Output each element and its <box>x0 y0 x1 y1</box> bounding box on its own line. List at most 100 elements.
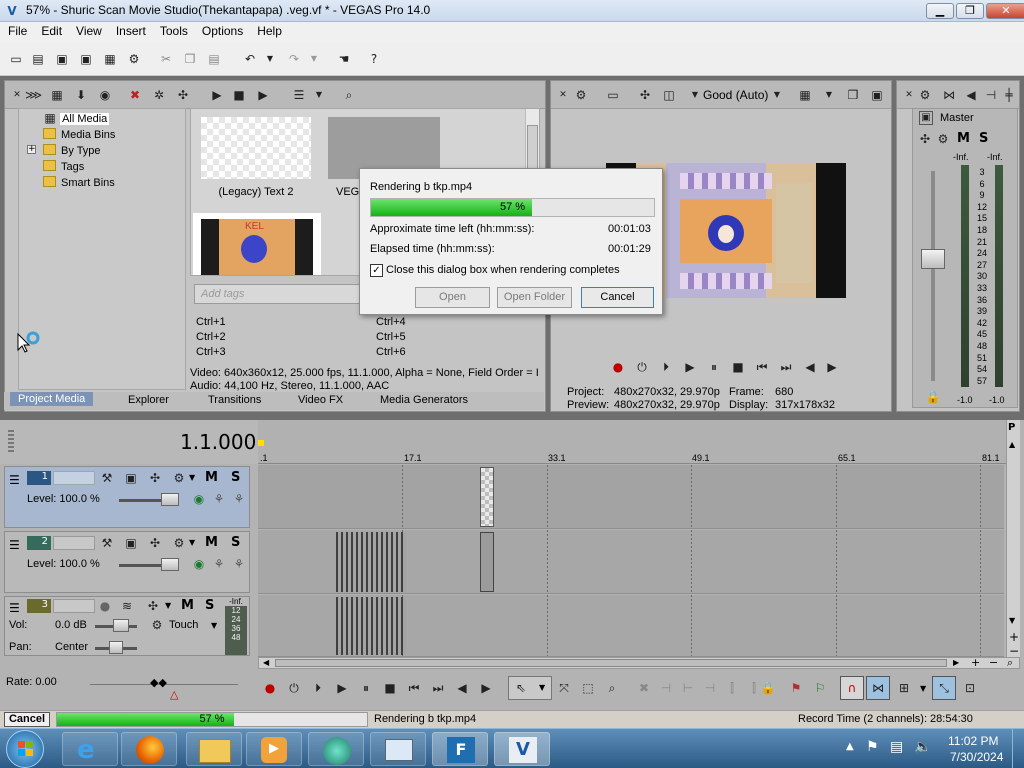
track-blend-icon[interactable]: ⚘ <box>211 556 227 572</box>
composite-mode-icon[interactable]: ✣ <box>147 535 163 551</box>
selection-tool-icon[interactable]: ⬚ <box>580 680 596 696</box>
open-folder-icon[interactable]: ▤ <box>30 51 46 67</box>
timeline-vscroll[interactable]: P ▲ ▼ + − <box>1006 420 1020 660</box>
ignore-grouping-icon[interactable]: ⊡ <box>962 680 978 696</box>
track-header-1[interactable]: ☰ 1 ⚒ ▣ ✣ ⚙ ▼ M S Level: 100.0 % ◉ ⚘ ⚘ <box>4 466 250 528</box>
track-blend-icon[interactable]: ⚘ <box>211 491 227 507</box>
go-start-icon[interactable]: ⏮ <box>406 680 422 696</box>
vol-slider[interactable] <box>113 619 129 632</box>
track-lane-1[interactable] <box>258 465 1004 529</box>
dim-output-icon[interactable]: ◀ <box>963 87 979 103</box>
scroll-right-icon[interactable]: ▶ <box>953 658 959 667</box>
clock-time[interactable]: 11:02 PM <box>948 734 998 748</box>
track-solo-button[interactable]: S <box>231 470 240 485</box>
lock-icon[interactable]: 🔒 <box>760 680 776 696</box>
master-properties-icon[interactable]: ⚙ <box>935 131 951 147</box>
composite-mode-icon[interactable]: ✣ <box>147 470 163 486</box>
web-globe-icon[interactable]: ◉ <box>97 87 113 103</box>
zoom-in-time-icon[interactable]: + <box>971 656 980 669</box>
track-fx-icon[interactable]: ▣ <box>123 535 139 551</box>
pan-slider[interactable] <box>109 641 123 654</box>
menu-help[interactable]: Help <box>249 22 288 38</box>
track-mute-button[interactable]: M <box>181 598 194 613</box>
menu-file[interactable]: File <box>0 22 33 38</box>
trim-end-icon[interactable]: ⊣ <box>702 680 718 696</box>
stop-icon[interactable]: ■ <box>730 359 746 375</box>
menu-edit[interactable]: Edit <box>33 22 68 38</box>
copy-snapshot-icon[interactable]: ❐ <box>845 87 861 103</box>
envelope-tool-icon[interactable]: ⤧ <box>556 680 572 696</box>
cut-icon[interactable]: ✂ <box>158 51 174 67</box>
tree-item-media-bins[interactable]: Media Bins <box>43 127 115 143</box>
master-fader[interactable] <box>921 249 945 269</box>
pause-icon[interactable]: ⏸ <box>358 680 374 696</box>
lock-icon[interactable]: 🔒 <box>925 389 941 405</box>
cancel-render-button[interactable]: Cancel <box>581 287 654 308</box>
tab-video-fx[interactable]: Video FX <box>298 394 343 406</box>
shortcut-3[interactable]: Ctrl+3 <box>196 346 226 358</box>
ripple-edit-icon[interactable]: ⊞ <box>896 680 912 696</box>
track-mute-button[interactable]: M <box>205 535 218 550</box>
get-media-web-icon[interactable]: ⬇ <box>73 87 89 103</box>
track-dropdown-icon[interactable]: ▼ <box>189 538 195 547</box>
automation-dropdown-icon[interactable]: ▼ <box>211 621 217 630</box>
undo-dropdown-icon[interactable]: ▼ <box>262 51 278 67</box>
master-fx-icon[interactable]: ▣ <box>919 111 933 125</box>
lock-envelopes-toggle[interactable]: ⤡ <box>932 676 956 700</box>
thumb-video-clip[interactable]: KEL <box>193 213 321 275</box>
open-button[interactable]: Open <box>415 287 490 308</box>
play-from-start-icon[interactable]: ⏵ <box>658 359 674 375</box>
minimize-button[interactable]: ▁ <box>926 3 954 19</box>
maximize-button[interactable]: ❐ <box>956 3 984 19</box>
automation-gear-icon[interactable]: ⚙ <box>149 617 165 633</box>
track-minimize-icon[interactable]: ☰ <box>9 601 20 615</box>
track-motion-icon[interactable]: ⚒ <box>99 535 115 551</box>
level-slider[interactable] <box>161 558 179 571</box>
ripple-dropdown-icon[interactable]: ▼ <box>920 684 926 693</box>
go-end-icon[interactable]: ⏭ <box>430 680 446 696</box>
tree-item-tags[interactable]: Tags <box>43 159 84 175</box>
track-properties-icon[interactable]: ⚙ <box>171 535 187 551</box>
clock-date[interactable]: 7/30/2024 <box>950 750 1003 764</box>
auto-preview-icon[interactable]: ▶ <box>255 87 271 103</box>
record-icon[interactable]: ● <box>610 359 626 375</box>
undo-icon[interactable]: ↶ <box>242 51 258 67</box>
capture-video-icon[interactable]: ▦ <box>49 87 65 103</box>
go-end-icon[interactable]: ⏭ <box>778 359 794 375</box>
thumb-legacy-text[interactable] <box>201 117 311 179</box>
loop-icon[interactable]: ⏻ <box>634 359 650 375</box>
preview-quality[interactable]: Good (Auto) <box>703 88 768 102</box>
trim-start-icon[interactable]: ⊢ <box>680 680 696 696</box>
close-when-done-checkbox[interactable]: ✓ <box>370 264 383 277</box>
track-header-2[interactable]: ☰ 2 ⚒ ▣ ✣ ⚙ ▼ M S Level: 100.0 % ◉ ⚘ ⚘ <box>4 531 250 593</box>
tab-project-media[interactable]: Project Media <box>10 392 94 406</box>
stop-icon[interactable]: ■ <box>382 680 398 696</box>
track-dropdown-icon[interactable]: ▼ <box>165 601 171 610</box>
track-blend-icon[interactable]: ⚘ <box>231 556 247 572</box>
views-dropdown-icon[interactable]: ▼ <box>311 87 327 103</box>
trim-icon[interactable]: ⊣ <box>658 680 674 696</box>
timeline-ruler[interactable]: .1 17.1 33.1 49.1 65.1 81.1 <box>258 420 1006 464</box>
properties-gear-icon[interactable]: ⚙ <box>126 51 142 67</box>
shortcut-4[interactable]: Ctrl+4 <box>376 316 406 328</box>
paste-icon[interactable]: ▤ <box>206 51 222 67</box>
zoom-in-vertical-icon[interactable]: + <box>1009 630 1019 644</box>
taskbar-vegas-render[interactable]: F <box>432 732 488 766</box>
taskbar-explorer[interactable] <box>186 732 242 766</box>
network-icon[interactable]: ▤ <box>890 739 903 755</box>
close-button[interactable]: ✕ <box>986 3 1024 19</box>
action-center-flag-icon[interactable]: ⚑ <box>866 739 879 755</box>
scroll-down-icon[interactable]: ▼ <box>1009 616 1015 625</box>
audio-clip[interactable] <box>336 597 406 655</box>
insert-region-icon[interactable]: ⚐ <box>812 680 828 696</box>
track-lane-3[interactable] <box>258 595 1004 657</box>
scroll-up-icon[interactable]: ▲ <box>1009 440 1015 449</box>
show-desktop-button[interactable] <box>1012 729 1024 768</box>
import-media-icon[interactable]: ⋙ <box>25 87 42 103</box>
next-frame-icon[interactable]: ▶ <box>824 359 840 375</box>
media-properties-icon[interactable]: ✣ <box>175 87 191 103</box>
master-fx-chain-icon[interactable]: ✣ <box>917 131 933 147</box>
track-mute-button[interactable]: M <box>205 470 218 485</box>
panel-close-icon[interactable]: ✕ <box>9 87 25 103</box>
tree-item-all-media[interactable]: ▦ All Media <box>43 111 110 127</box>
